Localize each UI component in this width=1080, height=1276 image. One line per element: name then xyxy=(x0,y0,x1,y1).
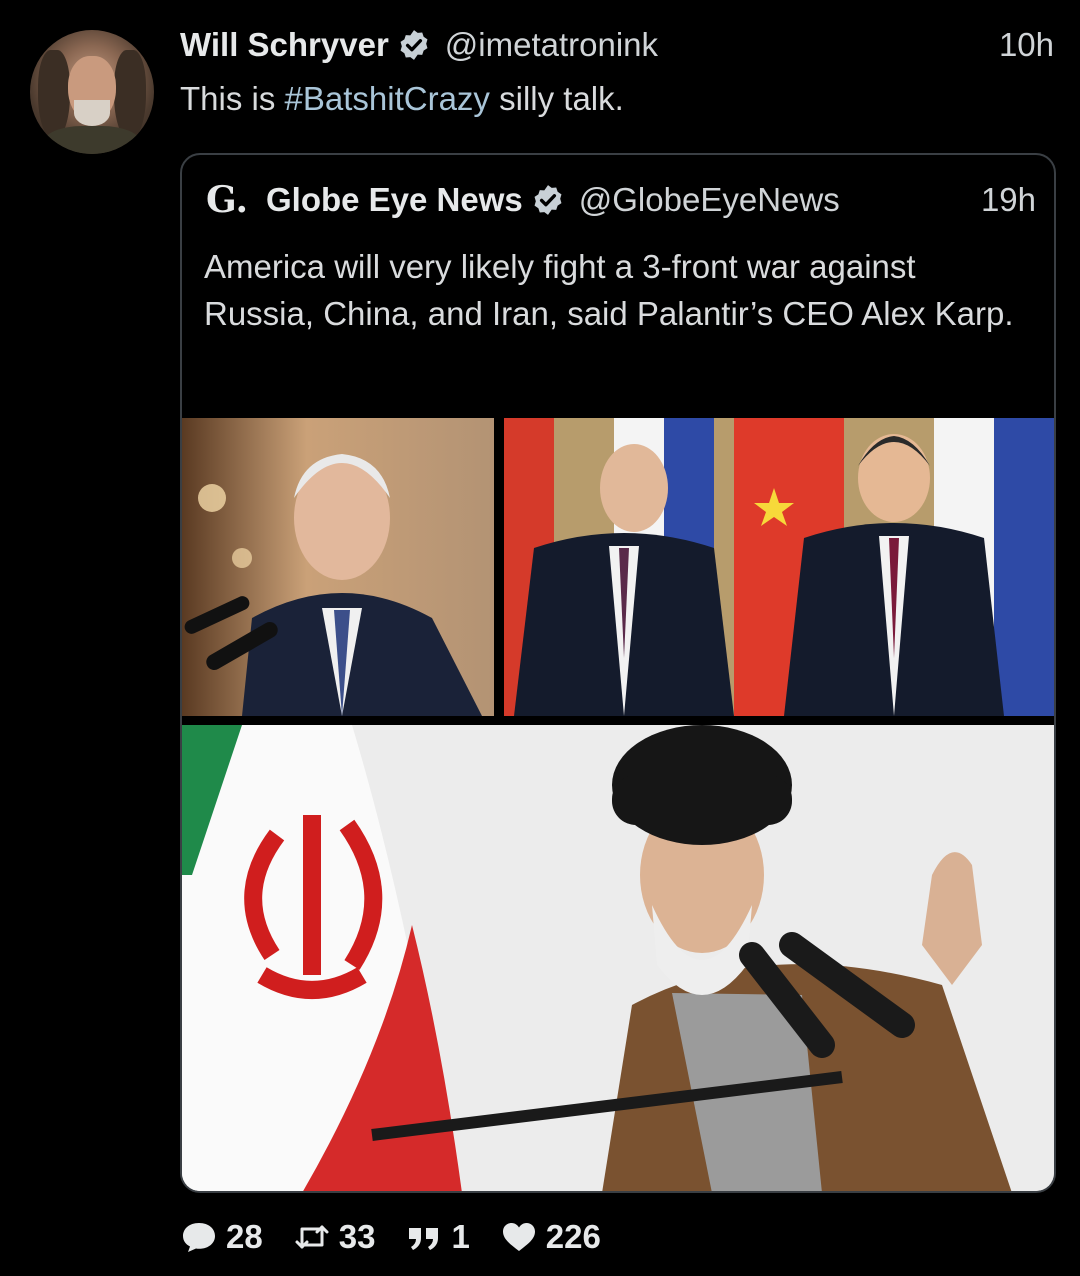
tweet-text-before: This is xyxy=(180,80,285,117)
quote-button[interactable]: 1 xyxy=(405,1218,470,1256)
like-icon xyxy=(502,1223,535,1251)
tweet-timestamp[interactable]: 10h xyxy=(999,26,1054,64)
retweet-icon xyxy=(295,1225,329,1249)
quoted-author-handle[interactable]: @GlobeEyeNews xyxy=(579,181,840,219)
tweet-text: This is #BatshitCrazy silly talk. xyxy=(180,80,624,118)
verified-badge-icon xyxy=(531,183,565,217)
hashtag-link[interactable]: #BatshitCrazy xyxy=(285,80,490,117)
reply-icon xyxy=(183,1223,215,1252)
quoted-avatar[interactable]: G. xyxy=(206,179,252,221)
like-count: 226 xyxy=(545,1218,601,1255)
quote-count: 1 xyxy=(451,1218,470,1255)
action-bar: 28 33 1 226 xyxy=(180,1215,631,1259)
quote-icon xyxy=(409,1228,439,1250)
verified-badge-icon xyxy=(397,28,431,62)
quoted-header: G. Globe Eye News @GlobeEyeNews 19h xyxy=(206,177,1036,223)
author-handle[interactable]: @imetatronink xyxy=(445,26,658,64)
media-photo-2[interactable] xyxy=(504,418,1054,716)
tweet-text-after: silly talk. xyxy=(489,80,624,117)
media-photo-3[interactable] xyxy=(182,725,1054,1191)
quoted-tweet[interactable]: G. Globe Eye News @GlobeEyeNews 19h Amer… xyxy=(180,153,1056,1193)
quoted-timestamp[interactable]: 19h xyxy=(981,181,1036,219)
quoted-author-name[interactable]: Globe Eye News xyxy=(266,181,523,219)
like-button[interactable]: 226 xyxy=(500,1218,601,1256)
retweet-button[interactable]: 33 xyxy=(293,1218,376,1256)
media-photo-1[interactable] xyxy=(182,418,494,716)
media-grid xyxy=(182,418,1054,1191)
retweet-count: 33 xyxy=(338,1218,376,1255)
author-avatar[interactable] xyxy=(30,30,154,154)
reply-count: 28 xyxy=(226,1218,263,1255)
reply-button[interactable]: 28 xyxy=(180,1218,263,1256)
author-name[interactable]: Will Schryver xyxy=(180,26,389,64)
quoted-text: America will very likely fight a 3-front… xyxy=(204,248,1014,332)
tweet-header: Will Schryver @imetatronink 10h xyxy=(180,22,1060,68)
tweet: Will Schryver @imetatronink 10h This is … xyxy=(0,0,1080,1276)
